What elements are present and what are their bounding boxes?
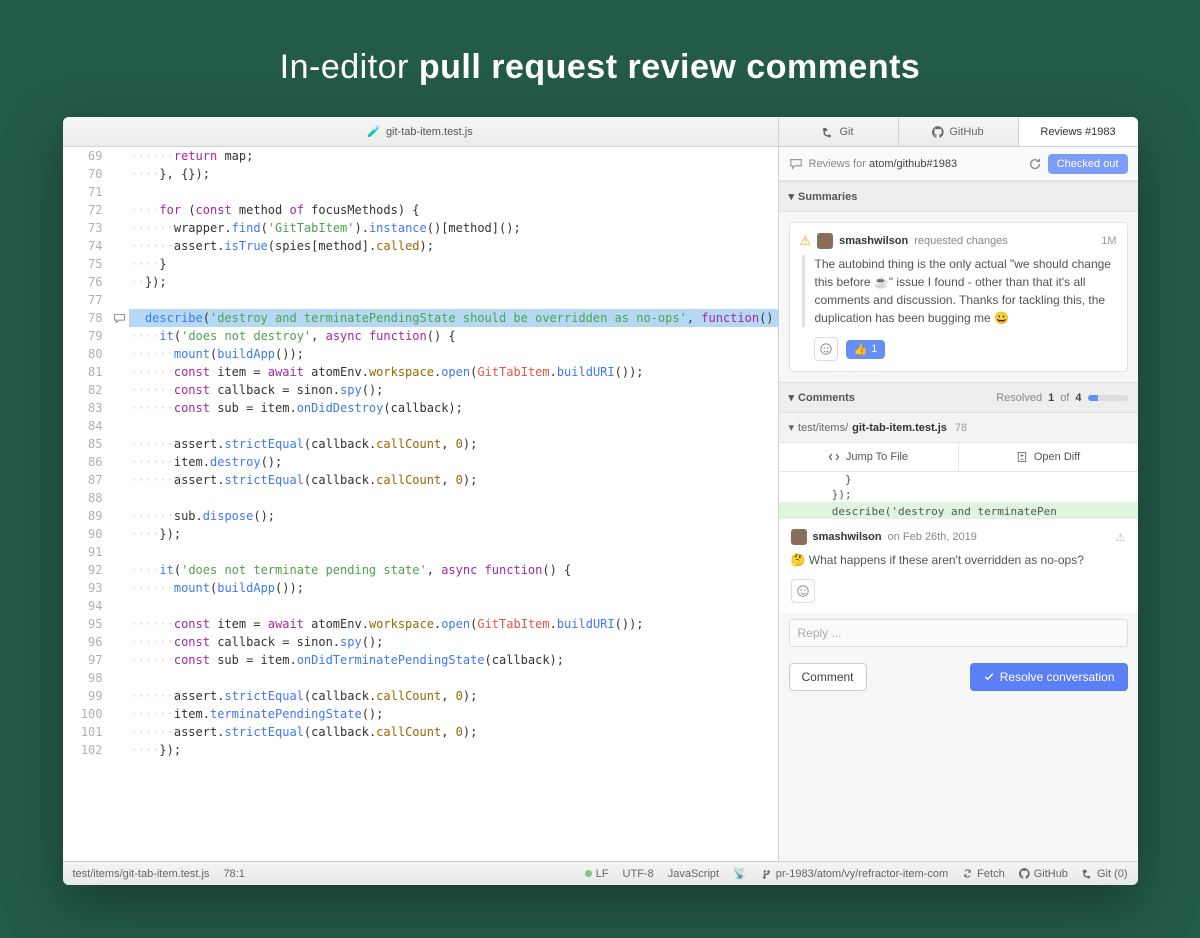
comments-header[interactable]: ▾Comments Resolved 1 of 4 bbox=[779, 382, 1138, 413]
tab-reviews[interactable]: Reviews #1983 bbox=[1019, 117, 1138, 146]
status-encoding[interactable]: UTF-8 bbox=[623, 868, 654, 880]
tab-git[interactable]: Git bbox=[779, 117, 899, 146]
branch-icon bbox=[761, 868, 772, 879]
tab-github[interactable]: GitHub bbox=[899, 117, 1019, 146]
summary-action: requested changes bbox=[914, 235, 1008, 247]
summary-user: smashwilson bbox=[839, 235, 908, 247]
reply-input[interactable]: Reply ... bbox=[789, 619, 1128, 647]
code-icon bbox=[828, 451, 840, 463]
hero-title: In-editor pull request review comments bbox=[0, 0, 1200, 117]
open-diff-button[interactable]: Open Diff bbox=[959, 443, 1138, 471]
line-number-gutter: 6970717273747576777879808182838485868788… bbox=[63, 147, 111, 861]
status-branch[interactable]: pr-1983/atom/vy/refractor-item-com bbox=[761, 868, 948, 880]
broadcast-icon[interactable]: 📡 bbox=[733, 867, 747, 880]
comment-gutter bbox=[111, 147, 129, 861]
avatar bbox=[791, 529, 807, 545]
status-bar: test/items/git-tab-item.test.js 78:1 LF … bbox=[63, 861, 1138, 885]
reaction-thumbs-up[interactable]: 👍 1 bbox=[846, 340, 886, 359]
warning-icon: ⚠ bbox=[800, 233, 812, 249]
avatar bbox=[817, 233, 833, 249]
warning-icon: ⚠ bbox=[1116, 531, 1126, 544]
summary-age: 1M bbox=[1101, 235, 1116, 247]
editor-pane: 🧪 git-tab-item.test.js 69707172737475767… bbox=[63, 117, 778, 861]
resolve-conversation-button[interactable]: Resolve conversation bbox=[970, 663, 1128, 691]
status-git[interactable]: Git (0) bbox=[1082, 868, 1128, 880]
caret-down-icon: ▾ bbox=[789, 190, 795, 203]
comment-marker-icon[interactable] bbox=[111, 309, 129, 327]
jump-to-file-button[interactable]: Jump To File bbox=[779, 443, 959, 471]
status-fetch[interactable]: Fetch bbox=[962, 868, 1005, 880]
status-eol[interactable]: LF bbox=[585, 868, 609, 880]
resolved-progress bbox=[1088, 395, 1128, 401]
editor-tab[interactable]: 🧪 git-tab-item.test.js bbox=[63, 117, 778, 147]
smiley-icon bbox=[819, 342, 833, 356]
git-icon bbox=[1082, 868, 1093, 879]
caret-down-icon: ▾ bbox=[789, 421, 795, 434]
editor-window: 🧪 git-tab-item.test.js 69707172737475767… bbox=[63, 117, 1138, 885]
status-github[interactable]: GitHub bbox=[1019, 868, 1068, 880]
summary-body: The autobind thing is the only actual "w… bbox=[802, 255, 1117, 327]
comment-button[interactable]: Comment bbox=[789, 663, 867, 691]
check-icon bbox=[983, 671, 995, 683]
reviews-for-label: Reviews for atom/github#1983 bbox=[809, 158, 1022, 170]
caret-down-icon: ▾ bbox=[789, 391, 795, 404]
thread-file-header[interactable]: ▾ test/items/git-tab-item.test.js 78 bbox=[779, 413, 1138, 443]
review-comment: smashwilson on Feb 26th, 2019 ⚠ 🤔 What h… bbox=[779, 519, 1138, 613]
add-reaction-button[interactable] bbox=[814, 337, 838, 361]
github-icon bbox=[932, 126, 944, 138]
sync-icon bbox=[962, 868, 973, 879]
code-body[interactable]: ······return map;····}, {});····for (con… bbox=[129, 147, 778, 861]
status-language[interactable]: JavaScript bbox=[668, 868, 719, 880]
diff-snippet: } }); describe('destroy and terminatePen bbox=[779, 472, 1138, 519]
status-path[interactable]: test/items/git-tab-item.test.js bbox=[73, 868, 210, 880]
summaries-header[interactable]: ▾ Summaries bbox=[779, 181, 1138, 212]
smiley-icon bbox=[796, 584, 810, 598]
review-panel: Git GitHub Reviews #1983 Reviews for ato… bbox=[778, 117, 1138, 861]
comment-icon bbox=[789, 157, 803, 171]
beaker-icon: 🧪 bbox=[367, 125, 381, 138]
github-icon bbox=[1019, 868, 1030, 879]
editor-tab-title: git-tab-item.test.js bbox=[386, 126, 473, 138]
refresh-icon[interactable] bbox=[1028, 157, 1042, 171]
dot-icon bbox=[585, 870, 592, 877]
checked-out-badge[interactable]: Checked out bbox=[1048, 154, 1128, 174]
diff-icon bbox=[1016, 451, 1028, 463]
add-reaction-button[interactable] bbox=[791, 579, 815, 603]
review-summary-card: ⚠ smashwilson requested changes 1M The a… bbox=[789, 222, 1128, 372]
git-icon bbox=[822, 126, 834, 138]
status-cursor-pos[interactable]: 78:1 bbox=[223, 868, 244, 880]
